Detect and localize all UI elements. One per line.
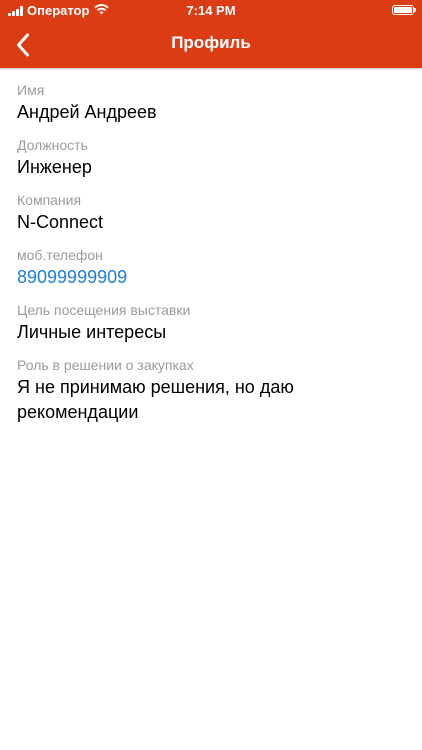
field-label: Компания: [17, 192, 82, 208]
clock: 7:14 PM: [186, 3, 236, 18]
field-visit-goal: Цель посещения выставки Личные интересы: [17, 302, 405, 345]
field-phone: моб.телефон 89099999909: [17, 247, 405, 290]
field-label: Цель посещения выставки: [17, 302, 191, 318]
battery-icon: [392, 5, 416, 15]
header: Оператор 7:14 PM Профиль: [0, 0, 422, 68]
phone-link[interactable]: 89099999909: [17, 265, 405, 290]
profile-screen: Оператор 7:14 PM Профиль Имя Андрей Андр…: [0, 0, 422, 750]
status-bar: Оператор 7:14 PM: [0, 0, 422, 22]
field-value: Я не принимаю решения, но даю рекомендац…: [17, 377, 294, 422]
field-value: N-Connect: [17, 212, 104, 232]
field-name: Имя Андрей Андреев: [17, 82, 405, 125]
field-value: Инженер: [17, 157, 92, 177]
field-label: Роль в решении о закупках: [17, 357, 194, 373]
field-value: Андрей Андреев: [17, 102, 157, 122]
field-position: Должность Инженер: [17, 137, 405, 180]
nav-bar: Профиль: [0, 22, 422, 68]
field-label: Должность: [17, 137, 88, 153]
field-purchase-role: Роль в решении о закупках Я не принимаю …: [17, 357, 405, 425]
profile-details: Имя Андрей Андреев Должность Инженер Ком…: [17, 82, 405, 437]
field-label: моб.телефон: [17, 247, 103, 263]
field-company: Компания N-Connect: [17, 192, 405, 235]
field-value: Личные интересы: [17, 322, 167, 342]
field-label: Имя: [17, 82, 45, 98]
page-title: Профиль: [171, 33, 251, 52]
